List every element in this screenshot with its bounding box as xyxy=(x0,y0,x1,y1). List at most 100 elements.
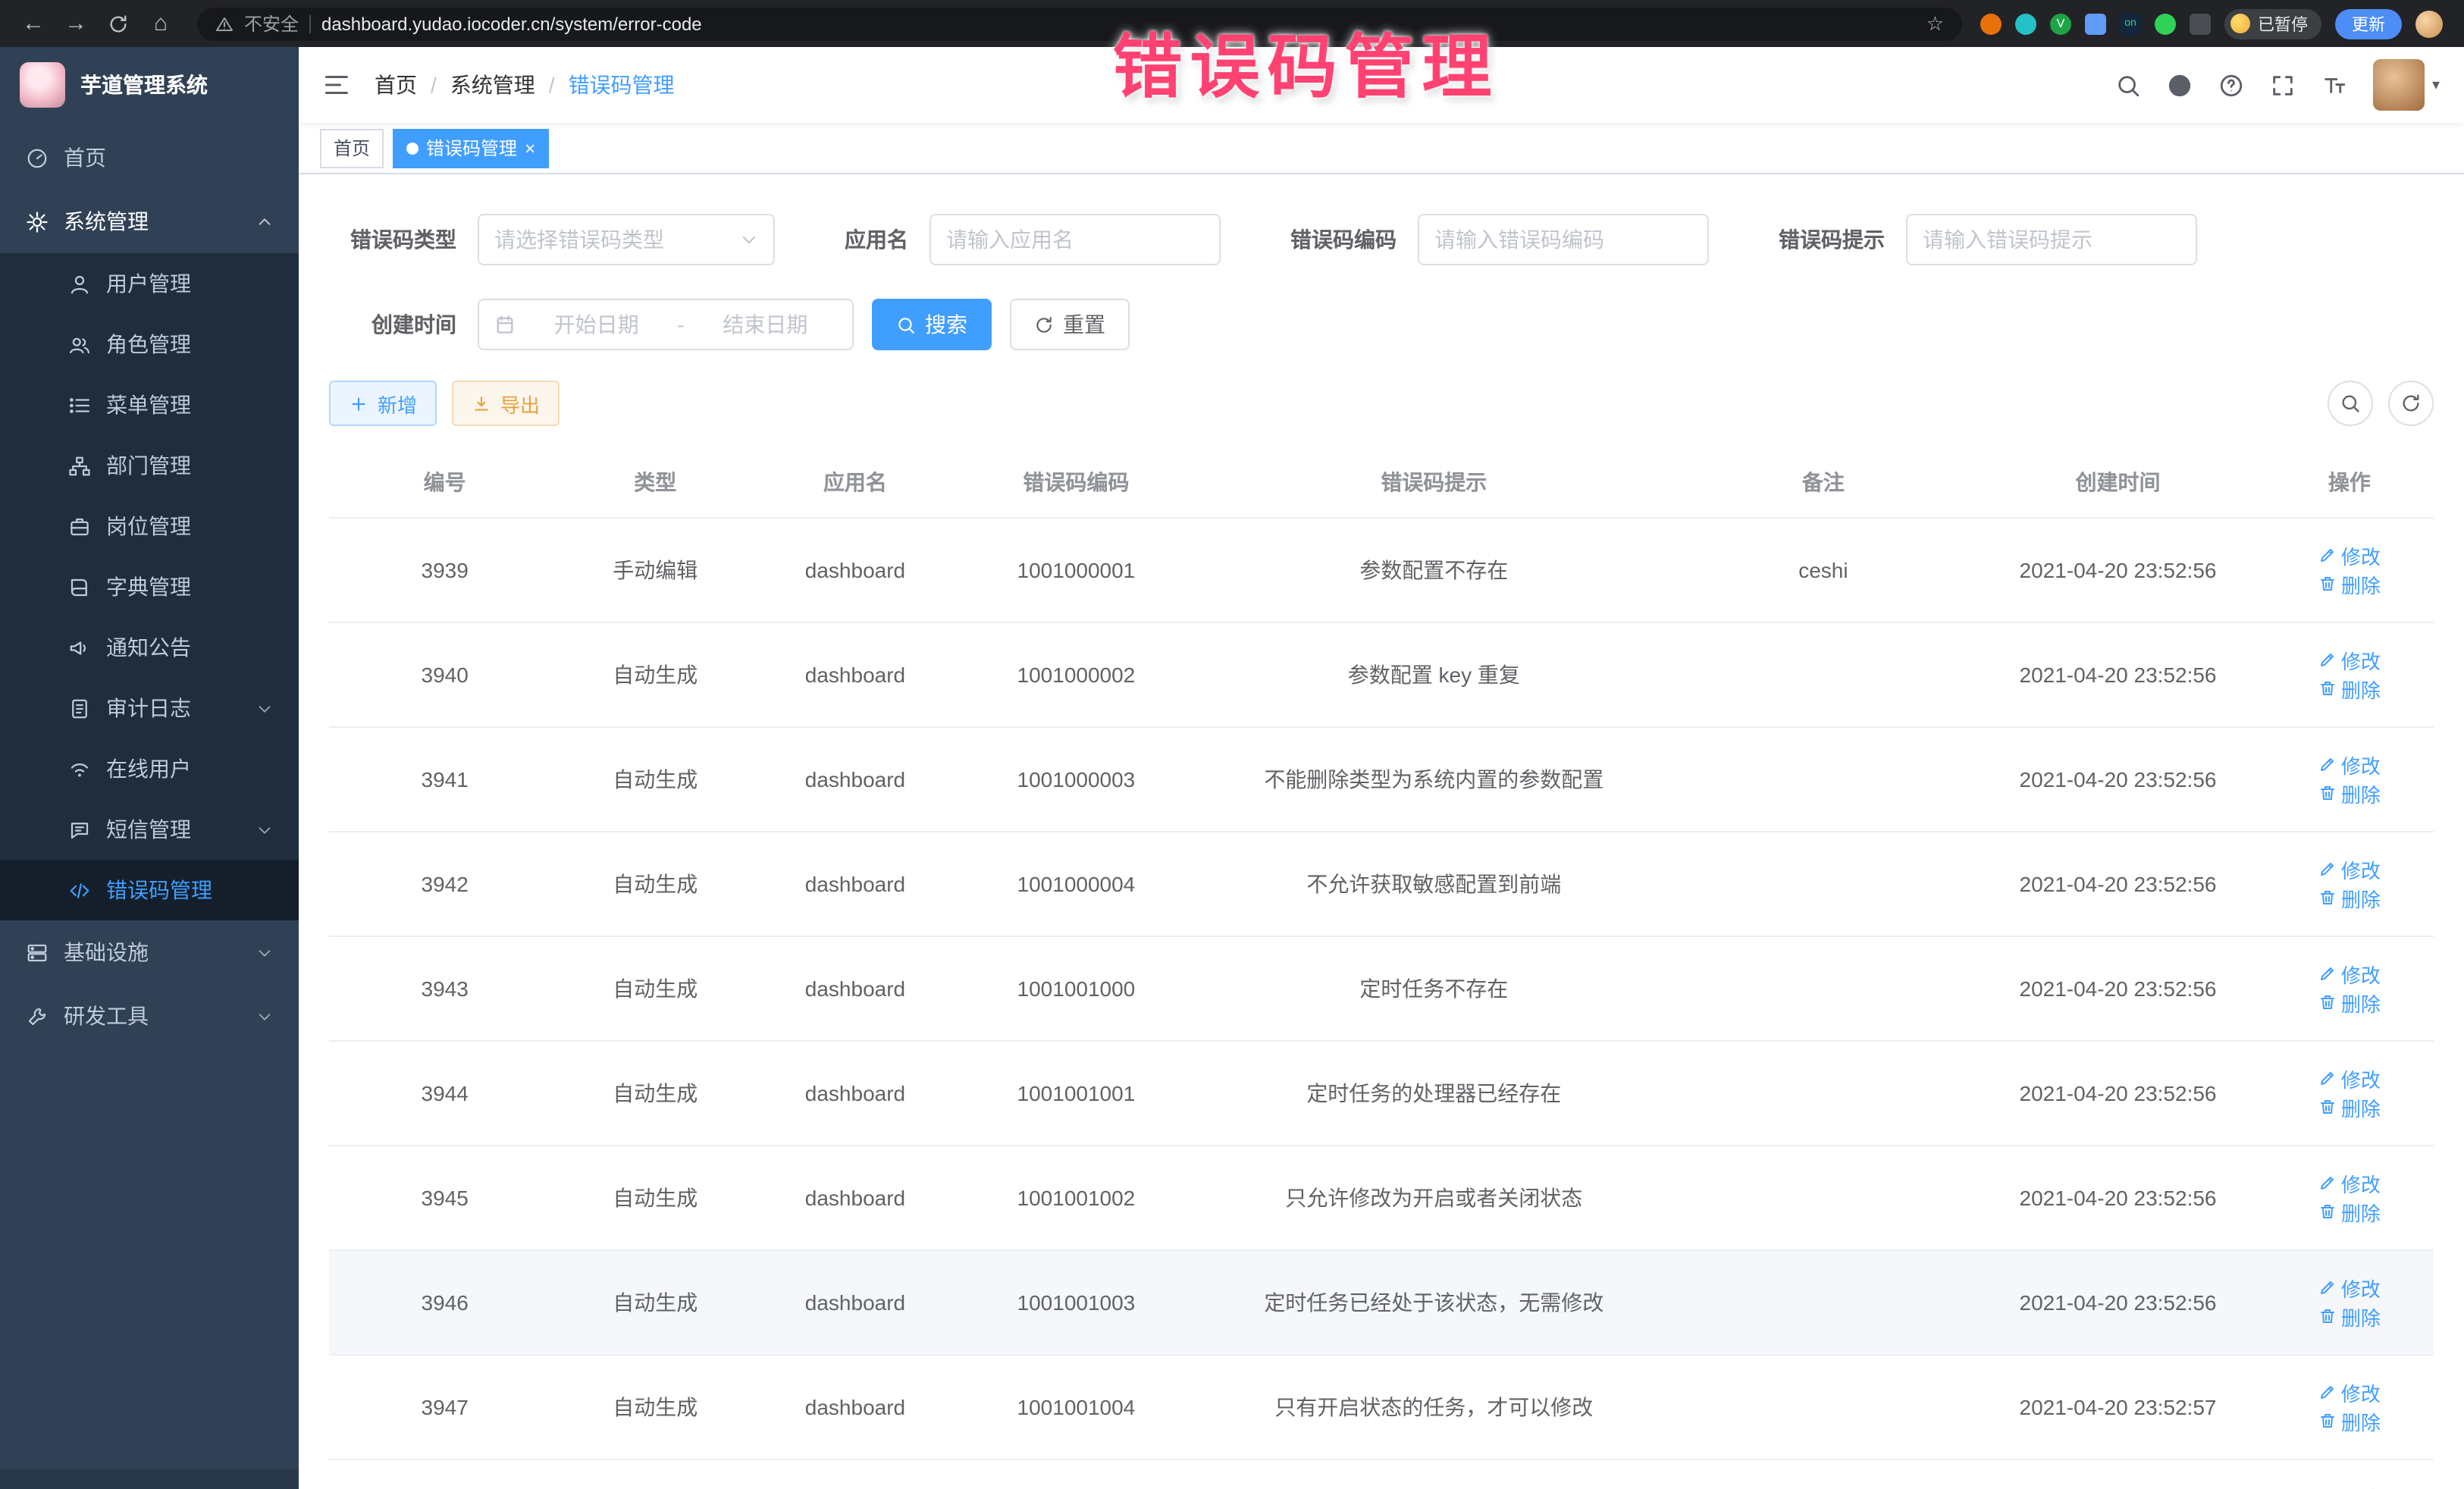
refresh-table-button[interactable] xyxy=(2388,381,2434,426)
cell-app: dashboard xyxy=(750,936,961,1040)
tab-tag[interactable]: 错误码管理 × xyxy=(393,128,549,168)
delete-link[interactable]: 删除 xyxy=(2318,674,2381,703)
address-bar[interactable]: 不安全 dashboard.yudao.iocoder.cn/system/er… xyxy=(197,7,1962,40)
navbar-actions: ▾ xyxy=(2115,59,2440,111)
back-icon[interactable]: ← xyxy=(15,5,52,42)
cell-time: 2021-04-20 23:52:57 xyxy=(1970,1354,2265,1459)
menu-icon xyxy=(26,941,49,964)
sidebar-item[interactable]: 字典管理 xyxy=(0,556,299,617)
delete-link[interactable]: 删除 xyxy=(2318,569,2381,598)
select-placeholder: 请选择错误码类型 xyxy=(494,224,664,255)
cell-time: 2021-04-20 23:52:56 xyxy=(1970,517,2265,622)
sidebar-item[interactable]: 通知公告 xyxy=(0,617,299,678)
error-code-input[interactable]: 请输入错误码编码 xyxy=(1418,214,1709,265)
extensions-puzzle-icon[interactable] xyxy=(2190,13,2211,34)
edit-link[interactable]: 修改 xyxy=(2318,1482,2381,1489)
sidebar-item[interactable]: 部门管理 xyxy=(0,435,299,496)
cell-code: 1001001004 xyxy=(961,1354,1192,1459)
browser-update-button[interactable]: 更新 xyxy=(2335,8,2402,39)
paused-profile-badge[interactable]: 已暂停 xyxy=(2224,8,2321,39)
font-size-icon[interactable] xyxy=(2321,72,2347,98)
fullscreen-icon[interactable] xyxy=(2270,72,2296,98)
show-search-button[interactable] xyxy=(2328,381,2373,426)
range-separator: - xyxy=(677,312,684,337)
tab-tag[interactable]: 首页 × xyxy=(320,128,384,168)
export-button[interactable]: 导出 xyxy=(452,381,560,426)
menu-icon xyxy=(26,210,49,233)
edit-link[interactable]: 修改 xyxy=(2318,750,2381,779)
app-name-input[interactable]: 请输入应用名 xyxy=(929,214,1221,265)
delete-link[interactable]: 删除 xyxy=(2318,1197,2381,1226)
extension-icon-grid[interactable] xyxy=(2085,13,2106,34)
browser-profile-avatar[interactable] xyxy=(2415,10,2443,37)
help-icon[interactable] xyxy=(2218,72,2244,98)
sidebar-item-label: 审计日志 xyxy=(106,693,191,723)
tag-label: 错误码管理 xyxy=(426,135,517,161)
edit-link[interactable]: 修改 xyxy=(2318,1168,2381,1197)
delete-link[interactable]: 删除 xyxy=(2318,988,2381,1017)
breadcrumb-home[interactable]: 首页 xyxy=(375,70,417,100)
breadcrumb-system[interactable]: 系统管理 xyxy=(450,70,535,100)
sidebar-item[interactable]: 审计日志 xyxy=(0,678,299,738)
sidebar-item[interactable]: 错误码管理 xyxy=(0,860,299,920)
edit-link[interactable]: 修改 xyxy=(2318,1378,2381,1406)
sidebar-item[interactable]: 首页 xyxy=(0,126,299,190)
not-secure-warning-icon xyxy=(215,14,234,33)
home-icon[interactable]: ⌂ xyxy=(143,5,179,42)
sidebar-item[interactable]: 基础设施 xyxy=(0,920,299,984)
sidebar-collapse-bar[interactable] xyxy=(0,1469,299,1489)
cell-app: dashboard xyxy=(750,726,961,831)
forward-icon[interactable]: → xyxy=(58,5,94,42)
extension-icon-green-v[interactable]: V xyxy=(2050,13,2071,34)
extension-icon-teal[interactable] xyxy=(2015,13,2036,34)
sidebar-item-label: 首页 xyxy=(64,143,106,173)
sidebar-item[interactable]: 菜单管理 xyxy=(0,375,299,435)
sidebar-item[interactable]: 系统管理 xyxy=(0,190,299,253)
error-hint-input[interactable]: 请输入错误码提示 xyxy=(1906,214,2197,265)
reset-button[interactable]: 重置 xyxy=(1010,299,1130,350)
cell-code: 1001001002 xyxy=(961,1145,1192,1249)
edit-link[interactable]: 修改 xyxy=(2318,645,2381,674)
error-type-select[interactable]: 请选择错误码类型 xyxy=(478,214,775,265)
delete-link[interactable]: 删除 xyxy=(2318,779,2381,807)
delete-link[interactable]: 删除 xyxy=(2318,883,2381,912)
cell-time: 2021-04-20 23:52:56 xyxy=(1970,1249,2265,1354)
search-button[interactable]: 搜索 xyxy=(872,299,992,350)
cell-app: dashboard xyxy=(750,1354,961,1459)
edit-link[interactable]: 修改 xyxy=(2318,1064,2381,1092)
menu-icon xyxy=(68,575,91,598)
edit-link[interactable]: 修改 xyxy=(2318,541,2381,569)
user-menu[interactable]: ▾ xyxy=(2373,59,2440,111)
delete-link[interactable]: 删除 xyxy=(2318,1302,2381,1331)
sidebar-item-label: 研发工具 xyxy=(64,1001,149,1031)
edit-link[interactable]: 修改 xyxy=(2318,1273,2381,1302)
sidebar-item[interactable]: 用户管理 xyxy=(0,253,299,314)
sidebar-item[interactable]: 岗位管理 xyxy=(0,496,299,556)
screen: ← → ⌂ 不安全 dashboard.yudao.iocoder.cn/sys… xyxy=(0,0,2464,1489)
search-icon[interactable] xyxy=(2115,72,2141,98)
reload-icon[interactable] xyxy=(100,5,136,42)
extension-icon-orange[interactable] xyxy=(1980,13,2002,34)
github-icon[interactable] xyxy=(2167,72,2193,98)
edit-link[interactable]: 修改 xyxy=(2318,959,2381,988)
download-icon xyxy=(472,393,491,413)
cell-type: 自动生成 xyxy=(560,726,750,831)
menu-icon xyxy=(68,757,91,780)
sidebar-item[interactable]: 在线用户 xyxy=(0,738,299,799)
extension-icon-on[interactable]: on xyxy=(2120,13,2141,34)
logo-area[interactable]: 芋道管理系统 xyxy=(0,47,299,123)
menu-icon xyxy=(68,818,91,841)
edit-link[interactable]: 修改 xyxy=(2318,854,2381,883)
close-icon[interactable]: × xyxy=(525,139,535,157)
extension-icon-leaf[interactable] xyxy=(2155,13,2176,34)
add-button[interactable]: 新增 xyxy=(329,381,437,426)
bookmark-star-icon[interactable]: ☆ xyxy=(1926,11,1944,36)
delete-link[interactable]: 删除 xyxy=(2318,1092,2381,1121)
sidebar-item-label: 菜单管理 xyxy=(106,390,191,420)
sidebar-item[interactable]: 短信管理 xyxy=(0,799,299,860)
hamburger-icon[interactable] xyxy=(323,71,350,99)
sidebar-item[interactable]: 研发工具 xyxy=(0,984,299,1048)
delete-link[interactable]: 删除 xyxy=(2318,1406,2381,1435)
date-range-picker[interactable]: 开始日期 - 结束日期 xyxy=(478,299,854,350)
sidebar-item[interactable]: 角色管理 xyxy=(0,314,299,375)
